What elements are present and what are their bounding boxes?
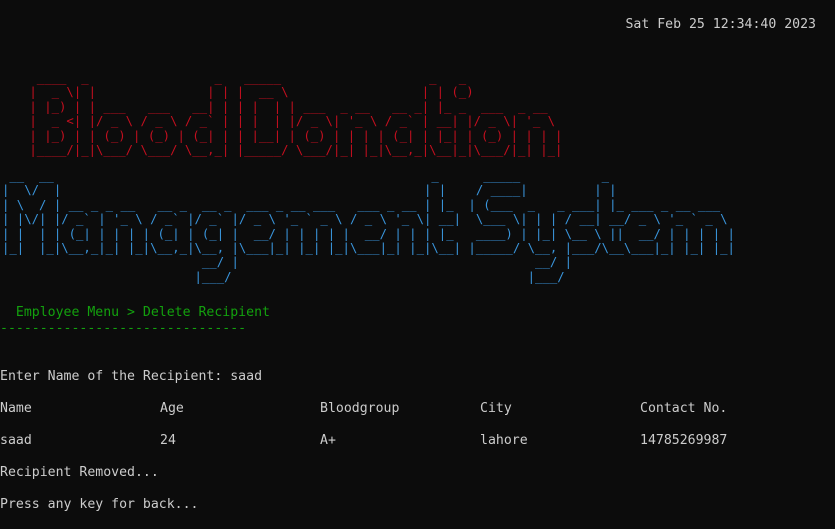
datetime-clock: Sat Feb 25 12:34:40 2023 <box>625 17 816 32</box>
header-name: Name <box>0 401 32 416</box>
cell-city: lahore <box>480 433 528 448</box>
cell-bloodgroup: A+ <box>320 433 336 448</box>
table-header: Name Age Bloodgroup City Contact No. <box>0 401 835 417</box>
cell-age: 24 <box>160 433 176 448</box>
divider: ------------------------------- <box>0 321 247 336</box>
header-city: City <box>480 401 512 416</box>
cell-contact: 14785269987 <box>640 433 728 448</box>
status-message: Recipient Removed... <box>0 465 159 480</box>
table-row: saad 24 A+ lahore 14785269987 <box>0 433 835 449</box>
title-blood-donation-ascii: ____ _ _ _____ _ _ | _ \| | | | | __ \ |… <box>29 71 563 158</box>
title-management-system-ascii: __ __ _ _____ _ | \/ | | | / ____| | | | <box>2 169 735 284</box>
header-age: Age <box>160 401 184 416</box>
back-prompt[interactable]: Press any key for back... <box>0 497 199 513</box>
header-contact: Contact No. <box>640 401 728 416</box>
cell-name: saad <box>0 433 32 448</box>
breadcrumb: Employee Menu > Delete Recipient <box>0 305 270 320</box>
recipient-name-prompt[interactable]: Enter Name of the Recipient: saad <box>0 369 262 385</box>
header-bloodgroup: Bloodgroup <box>320 401 400 416</box>
